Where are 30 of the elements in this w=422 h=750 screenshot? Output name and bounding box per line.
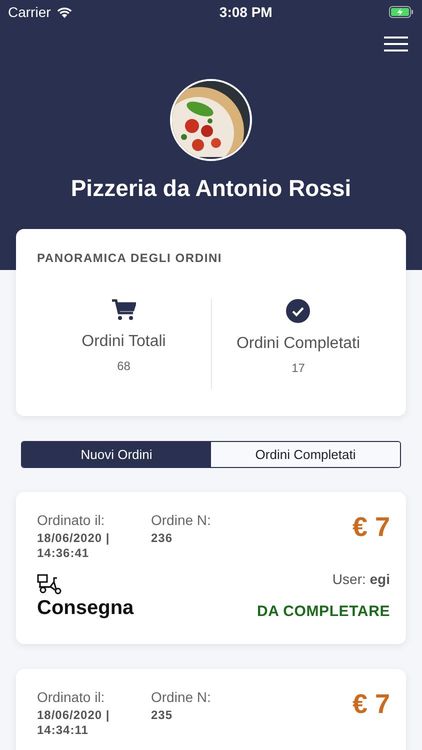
scooter-icon (37, 574, 64, 595)
order-price: € 7 (352, 689, 390, 720)
battery-icon (388, 6, 414, 18)
order-date: 18/06/2020 | 14:36:41 (37, 531, 111, 561)
field-label: Ordinato il: (37, 689, 106, 705)
order-card[interactable]: Ordinato il: 18/06/2020 | 14:34:11 Ordine N: 235 € 7 (16, 669, 406, 750)
stat-value: 17 (292, 361, 305, 375)
overview-title: PANORAMICA DEGLI ORDINI (37, 251, 224, 265)
stat-label: Ordini Completati (236, 335, 360, 353)
delivery-type: Consegna (37, 597, 134, 620)
order-number: 236 (151, 531, 174, 546)
menu-icon[interactable] (384, 36, 408, 52)
cart-icon (112, 299, 136, 321)
clock-text: 3:08 PM (219, 4, 272, 20)
field-label: Ordinato il: (37, 512, 106, 528)
stat-label: Ordini Totali (82, 333, 166, 351)
order-user: User: egi (332, 571, 390, 587)
stat-value: 68 (117, 359, 130, 373)
check-circle-icon (286, 299, 310, 323)
restaurant-title: Pizzeria da Antonio Rossi (70, 175, 352, 202)
order-status: DA COMPLETARE (256, 603, 390, 620)
segment-tab[interactable]: Nuovi Ordini (22, 442, 211, 467)
order-date: 18/06/2020 | 14:34:11 (37, 708, 111, 738)
field-label: Ordine N: (151, 689, 212, 705)
wifi-icon (56, 6, 73, 18)
order-price: € 7 (352, 512, 390, 543)
order-number: 235 (151, 708, 174, 723)
order-card[interactable]: Ordinato il: 18/06/2020 | 14:36:41 Ordine N: 236 € 7 Consegna User: egi DA COMPLETARE (16, 492, 406, 644)
carrier-text: Carrier (8, 4, 51, 20)
field-label: Ordine N: (151, 512, 212, 528)
